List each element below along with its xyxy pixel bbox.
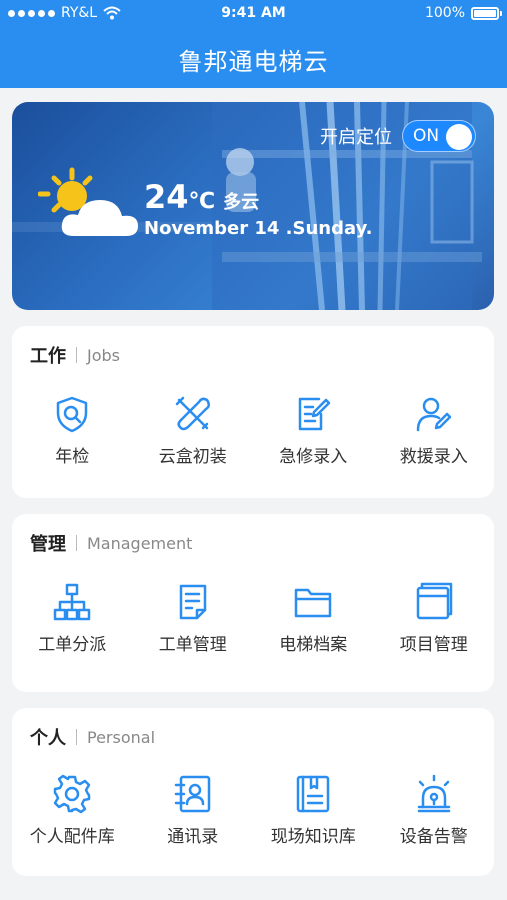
item-label: 急修录入 — [279, 447, 348, 467]
item-label: 项目管理 — [399, 635, 468, 655]
toggle-label: ON — [413, 126, 440, 146]
section-subtitle: Jobs — [87, 345, 120, 365]
management-item-project-manage[interactable]: 项目管理 — [374, 582, 495, 655]
battery-percent: 100% — [424, 5, 465, 21]
item-label: 通讯录 — [167, 827, 219, 847]
management-item-order-manage[interactable]: 工单管理 — [133, 582, 254, 655]
folder-icon — [295, 588, 332, 618]
toggle-knob — [446, 124, 472, 150]
divider — [76, 729, 77, 745]
book-icon — [297, 775, 330, 813]
top-bar: RY&L 9:41 AM 100% 鲁邦通电梯云 — [0, 0, 507, 88]
location-label: 开启定位 — [320, 127, 392, 148]
org-chart-icon — [54, 583, 91, 621]
item-label: 设备告警 — [399, 827, 468, 847]
item-label: 工单分派 — [38, 635, 107, 655]
tools-icon — [175, 396, 210, 431]
item-label: 年检 — [55, 447, 90, 467]
alarm-icon — [417, 774, 450, 813]
section-title: 工作 — [30, 346, 66, 367]
gear-icon — [54, 774, 91, 814]
document-icon — [179, 584, 206, 620]
section-header: 工作 Jobs — [30, 342, 120, 368]
section-title: 个人 — [30, 728, 66, 749]
temperature-unit: ℃ — [188, 189, 216, 214]
personal-item-knowledge-base[interactable]: 现场知识库 — [253, 774, 374, 847]
jobs-card: 工作 Jobs 年检 云盒初装 急修录入 救援录入 — [12, 326, 494, 498]
section-header: 管理 Management — [30, 530, 192, 556]
weather-banner: 开启定位 ON 24℃ 多云 November 14 .Sunday. — [12, 102, 494, 310]
jobs-item-cloudbox-install[interactable]: 云盒初装 — [133, 394, 254, 467]
edit-doc-icon — [299, 397, 331, 431]
jobs-item-annual-inspection[interactable]: 年检 — [12, 394, 133, 467]
page-title: 鲁邦通电梯云 — [178, 48, 329, 76]
personal-item-contacts[interactable]: 通讯录 — [133, 774, 254, 847]
jobs-item-rescue-entry[interactable]: 救援录入 — [374, 394, 495, 467]
item-label: 电梯档案 — [279, 635, 348, 655]
location-toggle[interactable]: ON — [402, 120, 476, 152]
divider — [76, 535, 77, 551]
personal-card: 个人 Personal 个人配件库 通讯录 现场知识库 设备告警 — [12, 708, 494, 876]
temperature-display: 24℃ 多云 — [144, 178, 259, 216]
item-label: 现场知识库 — [270, 827, 356, 847]
personal-item-parts-library[interactable]: 个人配件库 — [12, 774, 133, 847]
date-label: November 14 .Sunday. — [144, 218, 373, 239]
shield-search-icon — [57, 396, 88, 433]
divider — [76, 347, 77, 363]
item-label: 救援录入 — [399, 447, 468, 467]
item-label: 个人配件库 — [29, 827, 115, 847]
section-header: 个人 Personal — [30, 724, 155, 750]
management-item-order-dispatch[interactable]: 工单分派 — [12, 582, 133, 655]
section-subtitle: Personal — [87, 727, 156, 747]
item-label: 云盒初装 — [158, 447, 227, 467]
temperature-value: 24 — [144, 178, 189, 216]
contacts-icon — [174, 775, 210, 813]
personal-item-device-alarm[interactable]: 设备告警 — [374, 774, 495, 847]
window-icon — [416, 582, 452, 620]
location-toggle-row: 开启定位 ON — [320, 120, 476, 152]
battery-icon — [471, 6, 502, 20]
jobs-item-emergency-repair[interactable]: 急修录入 — [253, 394, 374, 467]
management-card: 管理 Management 工单分派 工单管理 电梯档案 项目管理 — [12, 514, 494, 692]
partly-cloudy-icon — [38, 167, 138, 236]
section-subtitle: Management — [87, 533, 193, 553]
user-edit-icon — [416, 397, 451, 432]
management-item-elevator-records[interactable]: 电梯档案 — [253, 582, 374, 655]
section-title: 管理 — [30, 534, 66, 555]
status-bar: RY&L 9:41 AM 100% — [0, 0, 507, 28]
weather-condition: 多云 — [223, 192, 260, 213]
item-label: 工单管理 — [158, 635, 227, 655]
